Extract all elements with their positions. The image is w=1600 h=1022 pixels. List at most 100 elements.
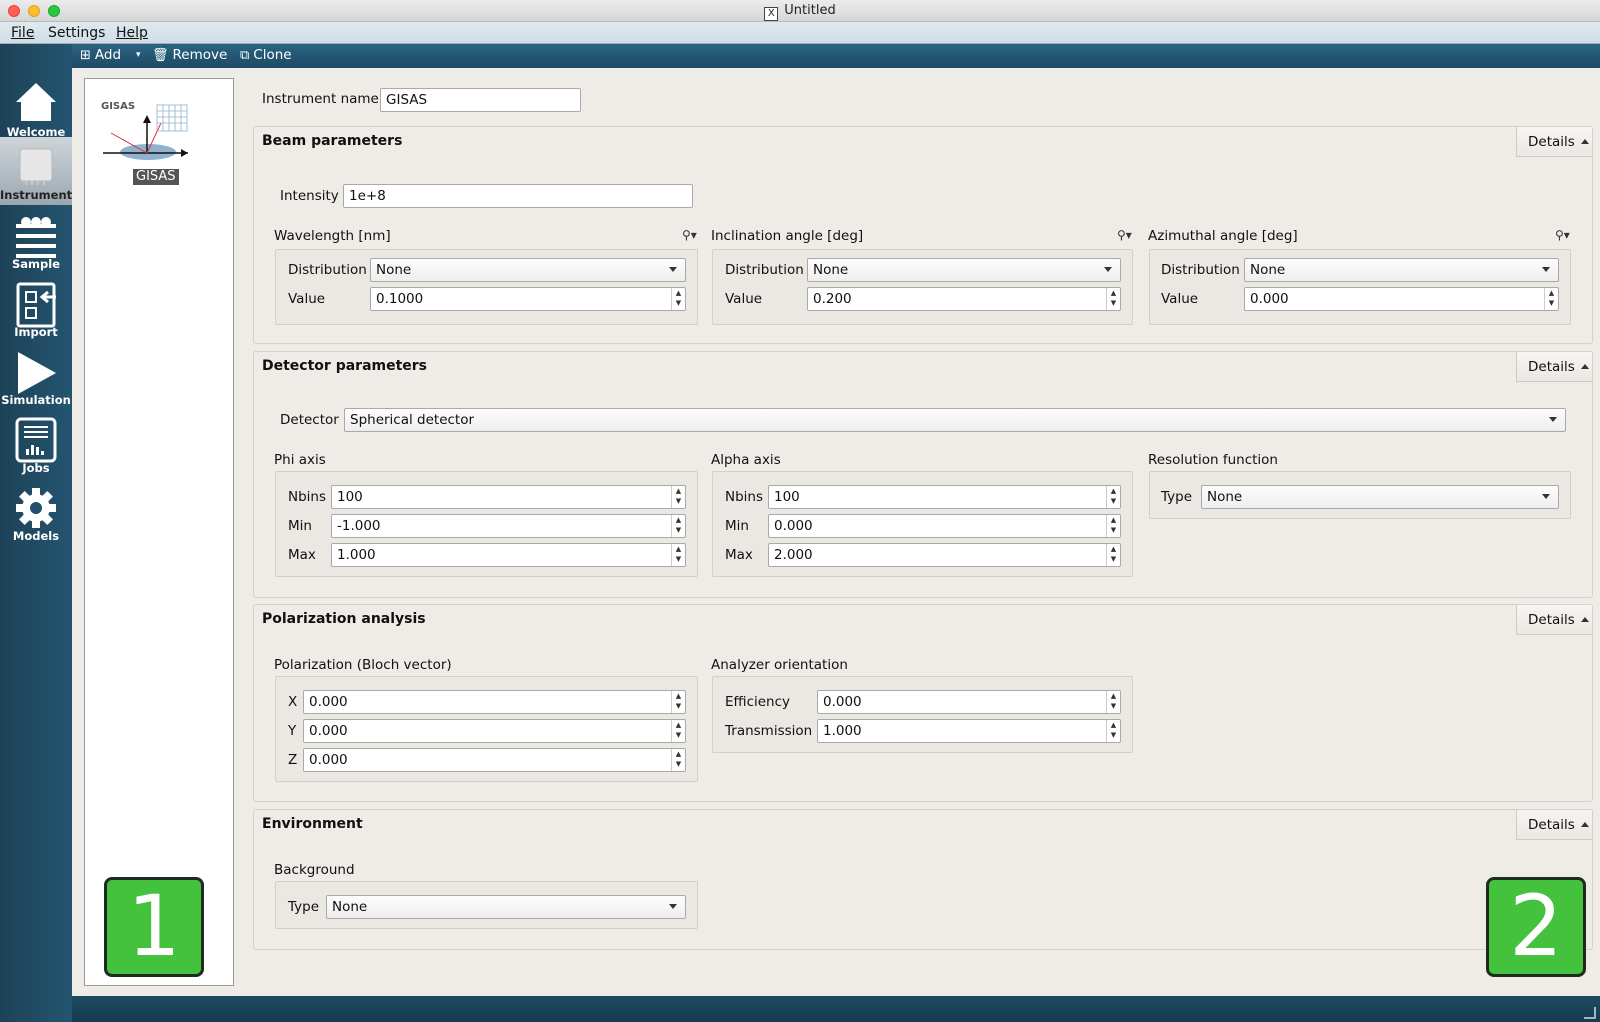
sidebar-item-simulation[interactable]: Simulation	[0, 342, 72, 410]
clone-icon: ⧉	[240, 48, 250, 63]
wavelength-title: Wavelength [nm]	[274, 228, 391, 244]
alpha-max-spinbox[interactable]: 2.000 ▲ ▼	[768, 543, 1121, 567]
wavelength-distribution-combo[interactable]: None	[370, 258, 686, 282]
max-label: Max	[725, 547, 753, 563]
polarization-details-button[interactable]: Details	[1516, 605, 1592, 635]
spin-arrows-icon[interactable]: ▲ ▼	[1106, 691, 1120, 713]
spin-arrows-icon[interactable]: ▲ ▼	[1106, 486, 1120, 508]
spin-arrows-icon[interactable]: ▲ ▼	[1106, 720, 1120, 742]
spin-arrows-icon[interactable]: ▲ ▼	[1106, 515, 1120, 537]
toolbar: ⊞ Add ▾ 🗑 Remove ⧉ Clone	[72, 44, 1600, 68]
environment-details-button[interactable]: Details	[1516, 810, 1592, 840]
inclination-title: Inclination angle [deg]	[711, 228, 864, 244]
combo-value: Spherical detector	[350, 412, 475, 428]
instrument-name-input[interactable]: GISAS	[380, 88, 581, 112]
svg-text:GISAS: GISAS	[101, 101, 135, 112]
spin-arrows-icon[interactable]: ▲ ▼	[671, 515, 685, 537]
distribution-label: Distribution	[725, 262, 804, 278]
trash-icon: 🗑	[152, 48, 169, 63]
phi-min-spinbox[interactable]: -1.000 ▲ ▼	[331, 514, 686, 538]
spin-arrows-icon[interactable]: ▲ ▼	[671, 749, 685, 771]
detector-details-button[interactable]: Details	[1516, 352, 1592, 382]
menu-file[interactable]: File	[11, 25, 34, 41]
background-title: Background	[274, 862, 355, 878]
sidebar-item-instrument[interactable]: Instrument	[0, 137, 72, 205]
chevron-down-icon	[669, 267, 677, 272]
azimuthal-distribution-combo[interactable]: None	[1244, 258, 1559, 282]
sidebar-item-jobs[interactable]: Jobs	[0, 410, 72, 478]
spin-arrows-icon[interactable]: ▲ ▼	[671, 544, 685, 566]
menu-help[interactable]: Help	[116, 25, 148, 41]
menu-settings[interactable]: Settings	[48, 25, 105, 41]
list-item[interactable]: GISAS GISAS	[93, 87, 203, 187]
z-label: Z	[288, 752, 298, 768]
clone-button-label: Clone	[253, 47, 292, 63]
bloch-x-spinbox[interactable]: 0.000 ▲ ▼	[303, 690, 686, 714]
phi-axis-title: Phi axis	[274, 452, 326, 468]
sidebar-item-sample[interactable]: Sample	[0, 206, 72, 274]
intensity-label: Intensity	[280, 188, 339, 204]
intensity-input[interactable]: 1e+8	[343, 184, 693, 208]
spin-arrows-icon[interactable]: ▲ ▼	[1544, 288, 1558, 310]
zoom-icon[interactable]: ⚲▾	[1555, 228, 1570, 242]
combo-value: None	[376, 262, 412, 278]
combo-value: None	[813, 262, 849, 278]
alpha-nbins-spinbox[interactable]: 100 ▲ ▼	[768, 485, 1121, 509]
chevron-up-icon	[1580, 364, 1589, 369]
spin-arrows-icon[interactable]: ▲ ▼	[671, 691, 685, 713]
sidebar-item-import[interactable]: Import	[0, 274, 72, 342]
spin-arrows-icon[interactable]: ▲ ▼	[671, 288, 685, 310]
transmission-spinbox[interactable]: 1.000 ▲ ▼	[817, 719, 1121, 743]
distribution-label: Distribution	[288, 262, 367, 278]
beam-details-button[interactable]: Details	[1516, 127, 1592, 157]
chip-icon	[19, 145, 53, 185]
remove-button[interactable]: 🗑 Remove	[152, 47, 227, 63]
add-button[interactable]: ⊞ Add	[80, 47, 121, 63]
sidebar-item-welcome[interactable]: Welcome	[0, 74, 72, 142]
bloch-z-spinbox[interactable]: 0.000 ▲ ▼	[303, 748, 686, 772]
phi-max-spinbox[interactable]: 1.000 ▲ ▼	[331, 543, 686, 567]
distribution-label: Distribution	[1161, 262, 1240, 278]
sidebar-item-label: Models	[12, 529, 60, 543]
spin-value: 0.000	[774, 518, 813, 534]
jobs-icon	[15, 417, 57, 463]
section-title: Polarization analysis	[262, 611, 426, 627]
x11-icon: X	[764, 7, 779, 21]
gear-icon	[16, 488, 56, 528]
resolution-type-combo[interactable]: None	[1201, 485, 1559, 509]
phi-nbins-spinbox[interactable]: 100 ▲ ▼	[331, 485, 686, 509]
spin-arrows-icon[interactable]: ▲ ▼	[1106, 544, 1120, 566]
alpha-min-spinbox[interactable]: 0.000 ▲ ▼	[768, 514, 1121, 538]
status-bar	[72, 996, 1600, 1022]
azimuthal-title: Azimuthal angle [deg]	[1148, 228, 1298, 244]
spin-value: 0.000	[309, 694, 348, 710]
transmission-label: Transmission	[725, 723, 813, 739]
menubar: File Settings Help	[0, 22, 1600, 44]
bloch-y-spinbox[interactable]: 0.000 ▲ ▼	[303, 719, 686, 743]
badge-1: 1	[104, 877, 204, 977]
azimuthal-value-spinbox[interactable]: 0.000 ▲ ▼	[1244, 287, 1559, 311]
spin-arrows-icon[interactable]: ▲ ▼	[1106, 288, 1120, 310]
details-label: Details	[1528, 359, 1575, 375]
inclination-distribution-combo[interactable]: None	[807, 258, 1121, 282]
efficiency-spinbox[interactable]: 0.000 ▲ ▼	[817, 690, 1121, 714]
section-title: Beam parameters	[262, 133, 403, 149]
bloch-vector-title: Polarization (Bloch vector)	[274, 657, 452, 673]
detector-type-combo[interactable]: Spherical detector	[344, 408, 1566, 432]
resize-grip-icon[interactable]	[1584, 1007, 1596, 1019]
sidebar-item-models[interactable]: Models	[0, 478, 72, 546]
section-title: Detector parameters	[262, 358, 428, 374]
spin-arrows-icon[interactable]: ▲ ▼	[671, 486, 685, 508]
spin-arrows-icon[interactable]: ▲ ▼	[671, 720, 685, 742]
zoom-icon[interactable]: ⚲▾	[1117, 228, 1132, 242]
clone-button[interactable]: ⧉ Clone	[240, 47, 292, 63]
wavelength-value-spinbox[interactable]: 0.1000 ▲ ▼	[370, 287, 686, 311]
combo-value: None	[1207, 489, 1243, 505]
chevron-down-icon	[1542, 494, 1550, 499]
background-type-combo[interactable]: None	[326, 895, 686, 919]
add-dropdown-arrow-icon[interactable]: ▾	[136, 50, 141, 60]
gisas-thumbnail-icon: GISAS	[101, 101, 188, 160]
inclination-value-spinbox[interactable]: 0.200 ▲ ▼	[807, 287, 1121, 311]
instrument-name-label: Instrument name	[262, 91, 379, 107]
zoom-icon[interactable]: ⚲▾	[682, 228, 697, 242]
